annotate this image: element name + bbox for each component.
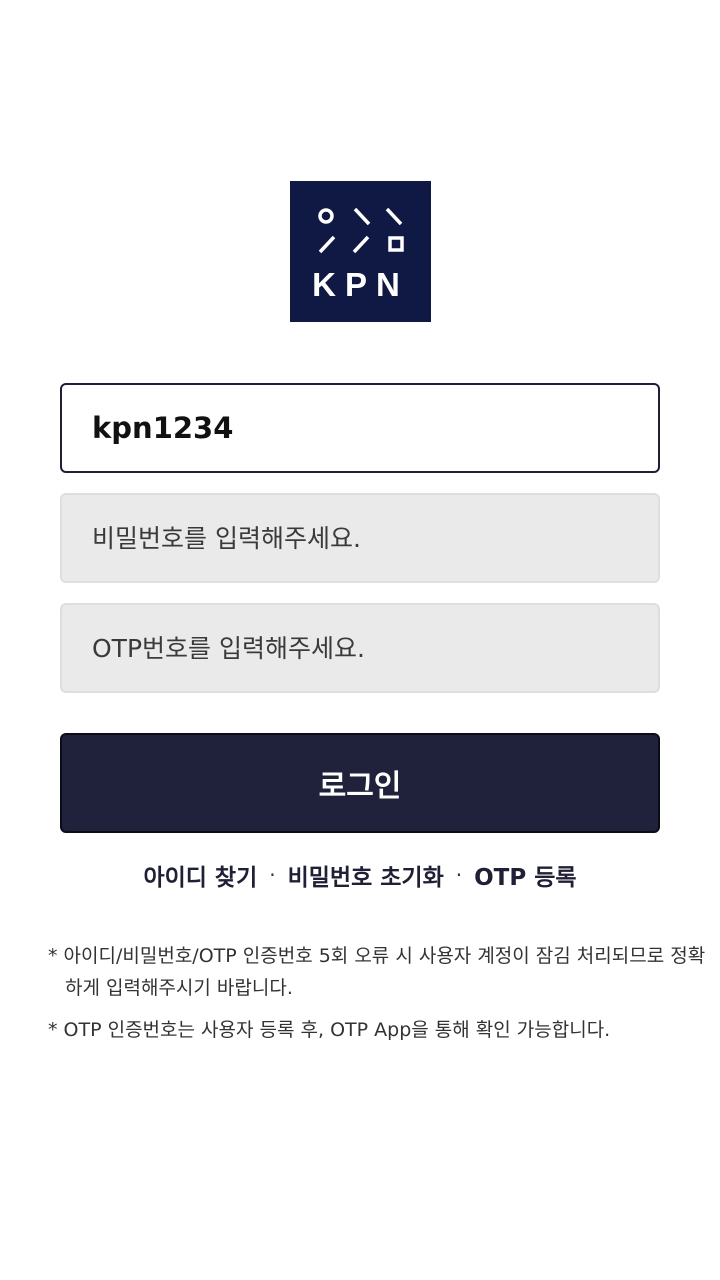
otp-register-link[interactable]: OTP 등록 <box>474 858 576 892</box>
id-field-container <box>60 383 660 473</box>
otp-input[interactable] <box>62 605 658 691</box>
password-input[interactable] <box>62 495 658 581</box>
kpn-logo: KPN <box>290 181 431 322</box>
reset-password-link[interactable]: 비밀번호 초기화 <box>288 858 444 892</box>
otp-field-container <box>60 603 660 693</box>
find-id-link[interactable]: 아이디 찾기 <box>143 858 257 892</box>
id-input[interactable] <box>62 385 658 471</box>
link-separator: · <box>269 863 276 887</box>
account-links: 아이디 찾기 · 비밀번호 초기화 · OTP 등록 <box>0 855 720 895</box>
link-separator: · <box>455 863 463 887</box>
kpn-logo-mark: KPN <box>312 207 409 303</box>
notice-otp-info: * OTP 인증번호는 사용자 등록 후, OTP App을 통해 확인 가능합… <box>48 1019 611 1041</box>
login-button[interactable]: 로그인 <box>60 733 660 833</box>
logo-text: KPN <box>312 266 409 303</box>
password-field-container <box>60 493 660 583</box>
notice-account-lock: * 아이디/비밀번호/OTP 인증번호 5회 오류 시 사용자 계정이 잠김 처… <box>48 945 706 999</box>
